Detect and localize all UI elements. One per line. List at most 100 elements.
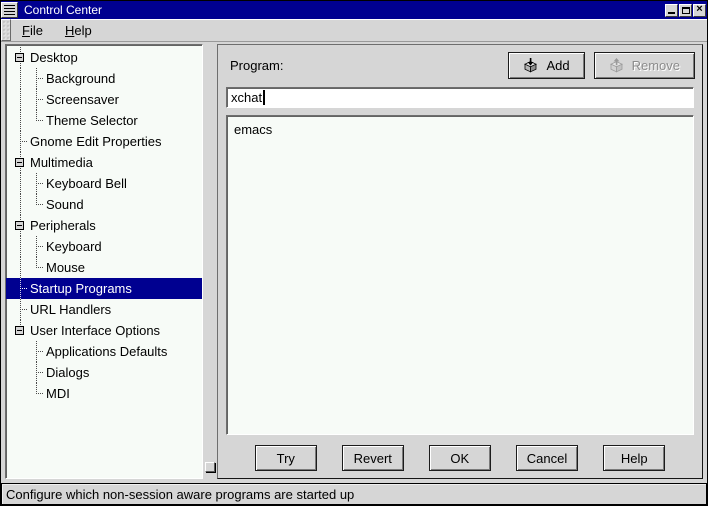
tree-collapse-icon[interactable]	[15, 158, 24, 167]
tree-item-peripherals[interactable]: Peripherals	[6, 215, 202, 236]
tree-item-label: URL Handlers	[30, 302, 111, 317]
tree-item-url-handlers[interactable]: URL Handlers	[6, 299, 202, 320]
tree-item-mdi[interactable]: MDI	[6, 383, 202, 404]
tree-tick	[36, 183, 43, 184]
menu-file[interactable]: File	[11, 19, 54, 41]
tree-tick	[20, 141, 27, 142]
text-caret	[263, 90, 265, 105]
tree-line	[20, 236, 21, 257]
tree-tick	[36, 78, 43, 79]
control-center-window: Control Center × FileHelp DesktopBackgro…	[0, 0, 708, 506]
statusbar-text: Configure which non-session aware progra…	[6, 487, 354, 502]
program-row: Program: Add	[222, 51, 698, 79]
tree-item-label: Keyboard Bell	[46, 176, 127, 191]
maximize-button[interactable]	[679, 4, 692, 17]
main-area: Desktop Background Screensaver Theme Select…	[1, 42, 707, 482]
window-menu-button[interactable]	[1, 2, 18, 18]
pane-resize-handle[interactable]	[205, 462, 215, 472]
startup-programs-panel: Program: Add	[217, 44, 703, 479]
tree-collapse-icon[interactable]	[15, 326, 24, 335]
tree-item-label: Sound	[46, 197, 84, 212]
menubar: FileHelp	[1, 19, 707, 42]
tree-item-user-interface-options[interactable]: User Interface Options	[6, 320, 202, 341]
tree-item-label: Peripherals	[30, 218, 96, 233]
tree-line	[36, 110, 37, 121]
add-button[interactable]: Add	[508, 52, 584, 79]
program-label: Program:	[230, 58, 508, 73]
menubar-drag-handle[interactable]	[1, 19, 11, 41]
tree-item-keyboard[interactable]: Keyboard	[6, 236, 202, 257]
startup-programs-list[interactable]: emacs	[226, 115, 694, 435]
tree-item-applications-defaults[interactable]: Applications Defaults	[6, 341, 202, 362]
tree-item-screensaver[interactable]: Screensaver	[6, 89, 202, 110]
menu-help[interactable]: Help	[54, 19, 103, 41]
tree-item-label: Desktop	[30, 50, 78, 65]
tree-line	[20, 173, 21, 194]
try-button[interactable]: Try	[255, 445, 317, 471]
revert-button[interactable]: Revert	[342, 445, 404, 471]
tree-tick	[36, 99, 43, 100]
tree-item-theme-selector[interactable]: Theme Selector	[6, 110, 202, 131]
tree-tick	[36, 204, 43, 205]
remove-icon	[609, 58, 624, 73]
ok-button[interactable]: OK	[429, 445, 491, 471]
tree-item-label: Screensaver	[46, 92, 119, 107]
tree-tick	[20, 288, 27, 289]
tree-item-label: Mouse	[46, 260, 85, 275]
program-input[interactable]: xchat	[226, 87, 694, 108]
program-input-value: xchat	[231, 90, 262, 105]
tree-item-label: Dialogs	[46, 365, 89, 380]
tree-tick	[20, 309, 27, 310]
tree-item-dialogs[interactable]: Dialogs	[6, 362, 202, 383]
tree-line	[20, 257, 21, 278]
tree-item-label: Keyboard	[46, 239, 102, 254]
tree-tick	[36, 267, 43, 268]
tree-item-sound[interactable]: Sound	[6, 194, 202, 215]
remove-button[interactable]: Remove	[594, 52, 695, 79]
tree-tick	[36, 246, 43, 247]
list-item-emacs[interactable]: emacs	[234, 121, 686, 139]
close-button[interactable]: ×	[693, 4, 706, 17]
sidebar-tree: Desktop Background Screensaver Theme Select…	[5, 44, 203, 479]
help-button[interactable]: Help	[603, 445, 665, 471]
tree-item-label: Theme Selector	[46, 113, 138, 128]
tree-line	[20, 194, 21, 215]
tree-item-label: Gnome Edit Properties	[30, 134, 162, 149]
tree-item-mouse[interactable]: Mouse	[6, 257, 202, 278]
window-controls: ×	[665, 4, 706, 17]
tree-item-desktop[interactable]: Desktop	[6, 47, 202, 68]
tree-line	[36, 257, 37, 268]
tree-item-label: Startup Programs	[30, 281, 132, 296]
tree-collapse-icon[interactable]	[15, 53, 24, 62]
maximize-icon	[682, 7, 690, 14]
menubar-items: FileHelp	[11, 19, 103, 41]
tree-line	[20, 110, 21, 131]
tree-item-keyboard-bell[interactable]: Keyboard Bell	[6, 173, 202, 194]
tree-item-startup-programs[interactable]: Startup Programs	[6, 278, 202, 299]
tree-tick	[36, 372, 43, 373]
tree-item-multimedia[interactable]: Multimedia	[6, 152, 202, 173]
remove-button-label: Remove	[632, 58, 680, 73]
window-title: Control Center	[18, 3, 665, 17]
statusbar: Configure which non-session aware progra…	[1, 483, 707, 505]
titlebar[interactable]: Control Center ×	[1, 1, 707, 19]
tree-item-background[interactable]: Background	[6, 68, 202, 89]
cancel-button[interactable]: Cancel	[516, 445, 578, 471]
tree-line	[36, 194, 37, 205]
tree-collapse-icon[interactable]	[15, 221, 24, 230]
add-button-label: Add	[546, 58, 569, 73]
tree-item-label: Background	[46, 71, 115, 86]
minimize-button[interactable]	[665, 4, 678, 17]
add-icon	[523, 58, 538, 73]
tree-tick	[36, 393, 43, 394]
tree-line	[36, 383, 37, 394]
tree-line	[20, 89, 21, 110]
tree-item-label: MDI	[46, 386, 70, 401]
close-icon: ×	[696, 4, 702, 15]
pane-divider	[203, 44, 217, 479]
tree-tick	[36, 351, 43, 352]
dialog-button-row: Try Revert OK Cancel Help	[222, 445, 698, 474]
window-menu-icon	[4, 5, 15, 16]
tree-item-label: Multimedia	[30, 155, 93, 170]
tree-item-gnome-edit-properties[interactable]: Gnome Edit Properties	[6, 131, 202, 152]
